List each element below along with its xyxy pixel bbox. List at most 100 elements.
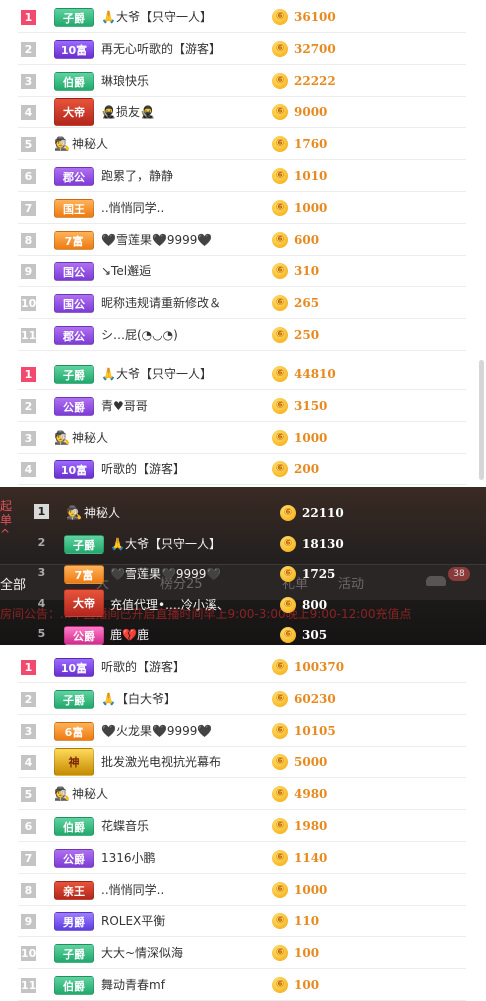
- leaderboard-row[interactable]: 5 🕵 神秘人 ⑥ 4980: [0, 779, 486, 811]
- rank-badge: 7富: [64, 565, 104, 585]
- user-name[interactable]: 🖤火龙果🖤9999🖤: [101, 722, 212, 741]
- user-name[interactable]: 听歌的【游客】: [101, 460, 185, 479]
- user-name[interactable]: 鹿💔鹿: [110, 626, 149, 645]
- rank-badge: 公爵: [54, 848, 94, 868]
- contribution-amount: 9000: [294, 105, 328, 120]
- user-name[interactable]: 1316小鹏: [101, 849, 156, 868]
- user-name[interactable]: 青♥哥哥: [101, 397, 148, 416]
- user-name[interactable]: 🙏大爷【只守一人】: [110, 535, 221, 554]
- user-name[interactable]: ROLEX平衡: [101, 912, 165, 931]
- user-name[interactable]: 🙏大爷【只守一人】: [101, 8, 212, 27]
- leaderboard-row[interactable]: 1 子爵 🙏大爷【只守一人】 ⑥ 44810: [0, 359, 486, 390]
- contribution-amount: 265: [294, 296, 320, 311]
- rank-number: 7: [21, 850, 36, 866]
- user-name[interactable]: 神秘人: [84, 504, 120, 523]
- overlay-side-label[interactable]: 起 单 ^: [0, 499, 14, 541]
- contribution-amount: 60230: [294, 691, 336, 706]
- coin-icon: ⑥: [272, 849, 288, 866]
- scrollbar[interactable]: [479, 360, 484, 480]
- rank-number: 5: [21, 137, 36, 153]
- rank-number: 3: [21, 73, 36, 89]
- contribution-amount: 1000: [294, 430, 328, 445]
- user-name[interactable]: ..悄悄同学..: [101, 199, 164, 218]
- leaderboard-row[interactable]: 9 男爵 ROLEX平衡 ⑥ 110: [0, 906, 486, 938]
- rank-badge: 公爵: [64, 626, 104, 645]
- leaderboard-row[interactable]: 5 🕵 神秘人 ⑥ 1760: [0, 129, 486, 161]
- user-name[interactable]: シ…屁(◔◡◔): [101, 326, 178, 345]
- leaderboard-row[interactable]: 3 6富 🖤火龙果🖤9999🖤 ⑥ 10105: [0, 716, 486, 747]
- user-name[interactable]: 充值代理•.…冷小溪、: [110, 596, 229, 615]
- user-name[interactable]: 神秘人: [72, 785, 108, 804]
- leaderboard-section-2: 1 子爵 🙏大爷【只守一人】 ⑥ 44810 2 公爵 青♥哥哥 ⑥ 3150 3 🕵 神秘人 ⑥ 1000…: [0, 357, 486, 486]
- coin-icon: ⑥: [280, 596, 296, 613]
- user-name[interactable]: 听歌的【游客】: [101, 658, 185, 677]
- user-name[interactable]: 再无心听歌的【游客】: [101, 40, 221, 59]
- rank-badge: 大帝: [54, 98, 94, 127]
- rank-number: 4: [21, 105, 36, 121]
- rank-badge: 子爵: [54, 8, 94, 27]
- user-name[interactable]: 神秘人: [72, 429, 108, 448]
- coin-icon: ⑥: [272, 722, 288, 739]
- coin-icon: ⑥: [272, 327, 288, 343]
- coin-icon: ⑥: [272, 366, 288, 382]
- rank-number: 1: [21, 367, 36, 382]
- leaderboard-row[interactable]: 11 伯爵 舞动青春mf ⑥ 100: [0, 970, 486, 1001]
- leaderboard-row[interactable]: 8 7富 🖤雪莲果🖤9999🖤 ⑥ 600: [0, 225, 486, 256]
- leaderboard-row[interactable]: 6 郡公 跑累了，静静 ⑥ 1010: [0, 161, 486, 192]
- leaderboard-row[interactable]: 4 大帝 🥷损友🥷 ⑥ 9000: [0, 97, 486, 129]
- leaderboard-row[interactable]: 6 伯爵 花蝶音乐 ⑥ 1980: [0, 811, 486, 842]
- coin-icon: ⑥: [280, 566, 296, 583]
- leaderboard-row[interactable]: 4 神批发激光电视抗光幕布 ⑥ 5000: [0, 747, 486, 779]
- user-name[interactable]: 大大~情深似海: [101, 944, 183, 963]
- user-name[interactable]: 批发激光电视抗光幕布: [101, 753, 221, 772]
- user-name[interactable]: ↘︎Tel邂逅: [101, 262, 151, 281]
- user-name[interactable]: 昵称违规请重新修改＆: [101, 294, 221, 313]
- leaderboard-row[interactable]: 2 子爵 🙏大爷【只守一人】 ⑥ 18130: [14, 526, 486, 554]
- contribution-amount: 305: [302, 628, 328, 643]
- leaderboard-row[interactable]: 4 大帝 充值代理•.…冷小溪、 ⑥ 800: [14, 587, 486, 617]
- coin-icon: ⑥: [272, 72, 288, 89]
- leaderboard-row[interactable]: 1 10富 听歌的【游客】 ⑥ 100370: [0, 652, 486, 683]
- user-name[interactable]: 🙏【白大爷】: [101, 690, 176, 709]
- contribution-amount: 110: [294, 914, 320, 929]
- leaderboard-row[interactable]: 3 🕵 神秘人 ⑥ 1000: [0, 423, 486, 454]
- leaderboard-row[interactable]: 10 子爵 大大~情深似海 ⑥ 100: [0, 938, 486, 970]
- user-name[interactable]: ..悄悄同学..: [101, 881, 164, 900]
- rank-number: 7: [21, 200, 36, 216]
- rank-badge: 国公: [54, 294, 94, 314]
- leaderboard-row[interactable]: 8 亲王 ..悄悄同学.. ⑥ 1000: [0, 875, 486, 906]
- user-name[interactable]: 🖤雪莲果🖤9999🖤: [110, 565, 221, 584]
- coin-icon: ⑥: [272, 659, 288, 675]
- leaderboard-row[interactable]: 4 10富 听歌的【游客】 ⑥ 200: [0, 454, 486, 486]
- leaderboard-row[interactable]: 1 🕵 神秘人 ⑥ 22110: [14, 495, 486, 523]
- user-name[interactable]: 🖤雪莲果🖤9999🖤: [101, 231, 212, 250]
- coin-icon: ⑥: [272, 977, 288, 993]
- user-name[interactable]: 舞动青春mf: [101, 976, 165, 995]
- user-name[interactable]: 神秘人: [72, 135, 108, 154]
- rank-badge: 伯爵: [54, 976, 94, 995]
- user-name[interactable]: 🥷损友🥷: [101, 103, 155, 122]
- leaderboard-row[interactable]: 11 郡公 シ…屁(◔◡◔) ⑥ 250: [0, 320, 486, 351]
- leaderboard-row[interactable]: 7 公爵 1316小鹏 ⑥ 1140: [0, 843, 486, 874]
- leaderboard-row[interactable]: 3 伯爵 琳琅快乐 ⑥ 22222: [0, 66, 486, 97]
- contribution-amount: 1000: [294, 200, 328, 215]
- rank-number: 3: [37, 566, 46, 580]
- leaderboard-row[interactable]: 9 国公 ↘︎Tel邂逅 ⑥ 310: [0, 256, 486, 288]
- leaderboard-row[interactable]: 2 10富 再无心听歌的【游客】 ⑥ 32700: [0, 34, 486, 65]
- user-name[interactable]: 花蝶音乐: [101, 817, 149, 836]
- leaderboard-row[interactable]: 7 国王 ..悄悄同学.. ⑥ 1000: [0, 193, 486, 224]
- contribution-amount: 44810: [294, 367, 336, 381]
- coin-icon: ⑥: [272, 168, 288, 184]
- user-name[interactable]: 跑累了，静静: [101, 167, 173, 186]
- rank-number: 9: [21, 264, 36, 280]
- leaderboard-row[interactable]: 3 7富 🖤雪莲果🖤9999🖤 ⑥ 1725: [14, 556, 486, 585]
- leaderboard-section-1: 1 子爵 🙏大爷【只守一人】 ⑥ 36100 2 10富 再无心听歌的【游客】 ⑥ 32700 3 伯…: [0, 0, 486, 351]
- user-name[interactable]: 🙏大爷【只守一人】: [101, 365, 212, 384]
- user-name[interactable]: 琳琅快乐: [101, 72, 149, 91]
- leaderboard-row[interactable]: 5 公爵 鹿💔鹿 ⑥ 305: [14, 617, 486, 645]
- leaderboard-row[interactable]: 2 子爵 🙏【白大爷】 ⑥ 60230: [0, 684, 486, 715]
- leaderboard-row[interactable]: 2 公爵 青♥哥哥 ⑥ 3150: [0, 391, 486, 422]
- leaderboard-row[interactable]: 1 子爵 🙏大爷【只守一人】 ⑥ 36100: [0, 2, 486, 33]
- rank-badge: 10富: [54, 460, 94, 480]
- leaderboard-row[interactable]: 10 国公 昵称违规请重新修改＆ ⑥ 265: [0, 288, 486, 320]
